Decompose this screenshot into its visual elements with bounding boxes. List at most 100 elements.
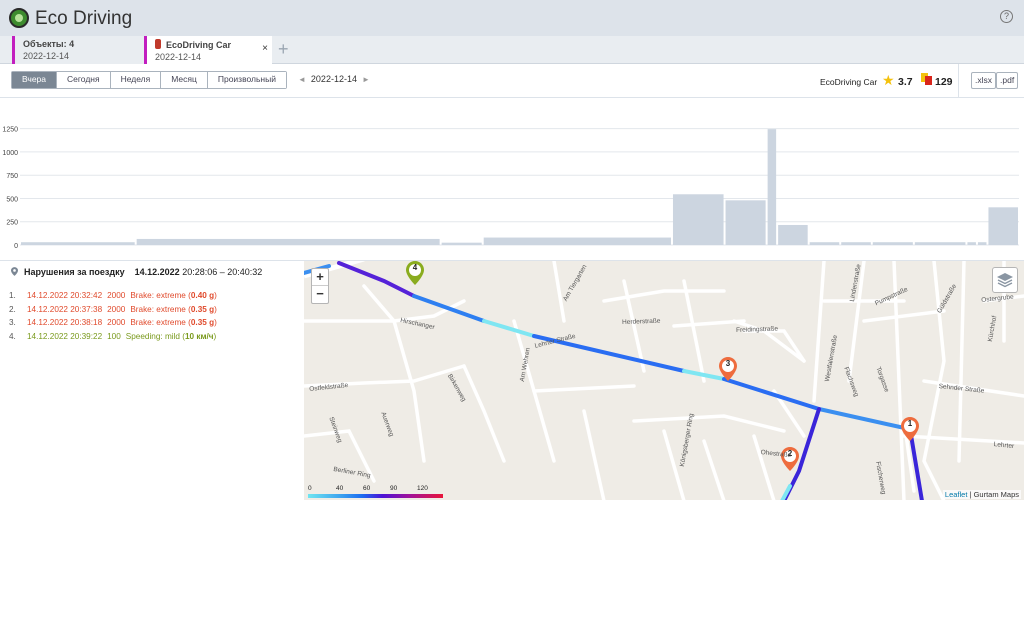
violation-time: 14.12.2022 20:39:22 [27,331,103,341]
chart-bar[interactable] [778,224,808,245]
chart-bar[interactable] [672,194,724,245]
violation-value: 100 [107,331,121,341]
current-date: 2022-12-14 [310,74,357,84]
range-custom-button[interactable]: Произвольный [207,72,286,88]
chart-bar[interactable] [988,207,1018,245]
marker-label-1: 1 [907,419,913,428]
leaflet-link[interactable]: Leaflet [945,490,968,499]
chart-bar[interactable] [483,237,671,245]
zoom-in-button[interactable]: + [312,269,328,286]
export-xlsx-button[interactable]: .xlsx [971,72,996,89]
layers-icon [997,273,1013,288]
violations-panel: Нарушения за поездку 14.12.2022 20:28:06… [0,260,304,500]
speed-legend-label: 120 [417,485,428,492]
range-month-button[interactable]: Месяц [161,72,208,88]
y-tick-label: 250 [6,220,18,227]
tab-objects[interactable]: Объекты: 4 2022-12-14 [12,36,144,64]
violation-row[interactable]: 4. 14.12.2022 20:39:22 100 Speeding: mild (… [9,332,217,346]
next-date-icon[interactable]: ► [362,75,370,84]
star-icon: ★ [882,72,895,88]
chart-bar[interactable] [967,242,976,245]
violation-time: 14.12.2022 20:32:42 [27,291,103,300]
speed-legend-label: 40 [336,485,344,492]
violation-time: 14.12.2022 20:37:38 [27,304,103,314]
location-pin-icon [11,267,18,276]
trip-time: 20:28:06 – 20:40:32 [182,267,263,277]
map-view[interactable]: + − 4 3 1 2 Lehrter Straße Herderstraße Fr… [304,260,1024,500]
range-selector: Вчера Сегодня Неделя Месяц Произвольный [11,71,287,89]
marker-label-3: 3 [725,359,731,368]
violations-title: Нарушения за поездку [24,267,125,277]
speed-legend-label: 0 [308,485,312,492]
chart-bar[interactable] [767,129,777,245]
violation-index: 4. [9,331,16,341]
tab-car-date: 2022-12-14 [155,52,202,62]
violations-chart: 0 250 500 750 1000 1250 [0,98,1024,260]
marker-label-4: 4 [412,263,418,272]
chart-canvas: 0 250 500 750 1000 1250 [2,127,1019,250]
chart-bar[interactable] [725,200,766,245]
tab-ecodriving-car[interactable]: EcoDriving Car 2022-12-14 × [144,36,272,64]
chart-bar[interactable] [914,242,966,245]
range-yesterday-button[interactable]: Вчера [12,72,57,88]
violation-row[interactable]: 1. 14.12.2022 20:32:42 2000 Brake: extreme … [9,291,217,305]
chart-bar[interactable] [21,242,135,245]
y-tick-label: 0 [14,243,18,250]
export-pdf-button[interactable]: .pdf [996,72,1019,89]
trip-date: 14.12.2022 [134,267,180,277]
speed-legend-label: 90 [390,485,398,492]
speed-legend-label: 60 [363,485,371,492]
chart-bar[interactable] [841,242,871,245]
chart-bar[interactable] [977,242,987,245]
chart-bar[interactable] [809,242,840,245]
violation-index: 3. [9,318,16,328]
chart-bar[interactable] [441,242,482,245]
tab-objects-date: 2022-12-14 [23,51,70,61]
chart-bar[interactable] [136,238,440,245]
map-attribution: Leaflet | Gurtam Maps [942,490,1021,499]
y-tick-label: 1000 [2,150,18,157]
violation-row[interactable]: 2. 14.12.2022 20:37:38 2000 Brake: extreme … [9,305,217,319]
violation-type: Brake: extreme (0.40 g) [130,291,217,300]
app-title: Eco Driving [35,8,133,29]
y-tick-label: 750 [6,173,18,180]
violation-row[interactable]: 3. 14.12.2022 20:38:18 2000 Brake: extreme … [9,318,217,332]
attribution-text: | Gurtam Maps [967,490,1019,499]
street-label: Freidingstraße [736,325,779,334]
unit-name: EcoDriving Car [820,77,878,87]
street-label: Herderstraße [622,317,661,326]
prev-date-icon[interactable]: ◄ [298,75,306,84]
violation-type: Brake: extreme (0.35 g) [130,304,217,314]
help-icon[interactable]: ? [1000,10,1013,23]
y-tick-label: 1250 [2,127,18,134]
violation-value: 2000 [107,304,126,314]
violation-type: Brake: extreme (0.35 g) [130,318,217,328]
range-week-button[interactable]: Неделя [110,72,162,88]
violation-marker-1[interactable]: 1 [900,416,920,442]
map-canvas[interactable] [304,261,1024,500]
layers-button[interactable] [992,267,1018,293]
close-tab-icon[interactable]: × [262,43,268,54]
violation-index: 1. [9,291,16,300]
violation-marker-3[interactable]: 3 [718,356,738,382]
violation-value: 2000 [107,291,126,300]
violation-time: 14.12.2022 20:38:18 [27,318,103,328]
tab-bar: Объекты: 4 2022-12-14 EcoDriving Car 202… [0,36,1024,64]
zoom-out-button[interactable]: − [312,286,328,303]
chart-bar[interactable] [872,242,913,245]
violations-list: 1. 14.12.2022 20:32:42 2000 Brake: extreme … [9,291,217,345]
zoom-control: + − [311,268,329,304]
rating-value: 3.7 [898,76,913,88]
violations-heading: Нарушения за поездку 14.12.2022 20:28:06… [11,267,262,277]
add-tab-button[interactable]: + [278,40,289,58]
range-today-button[interactable]: Сегодня [57,72,111,88]
eco-driving-logo-icon [9,8,29,28]
date-navigator: ◄ 2022-12-14 ► [293,74,375,84]
violation-marker-4[interactable]: 4 [405,261,425,286]
violations-icon [921,73,933,85]
app-header: Eco Driving ? [0,0,1024,36]
violation-value: 2000 [107,318,126,328]
tab-objects-title: Объекты: 4 [23,39,75,49]
speed-legend-bar [308,494,443,498]
violations-count: 129 [935,76,953,88]
